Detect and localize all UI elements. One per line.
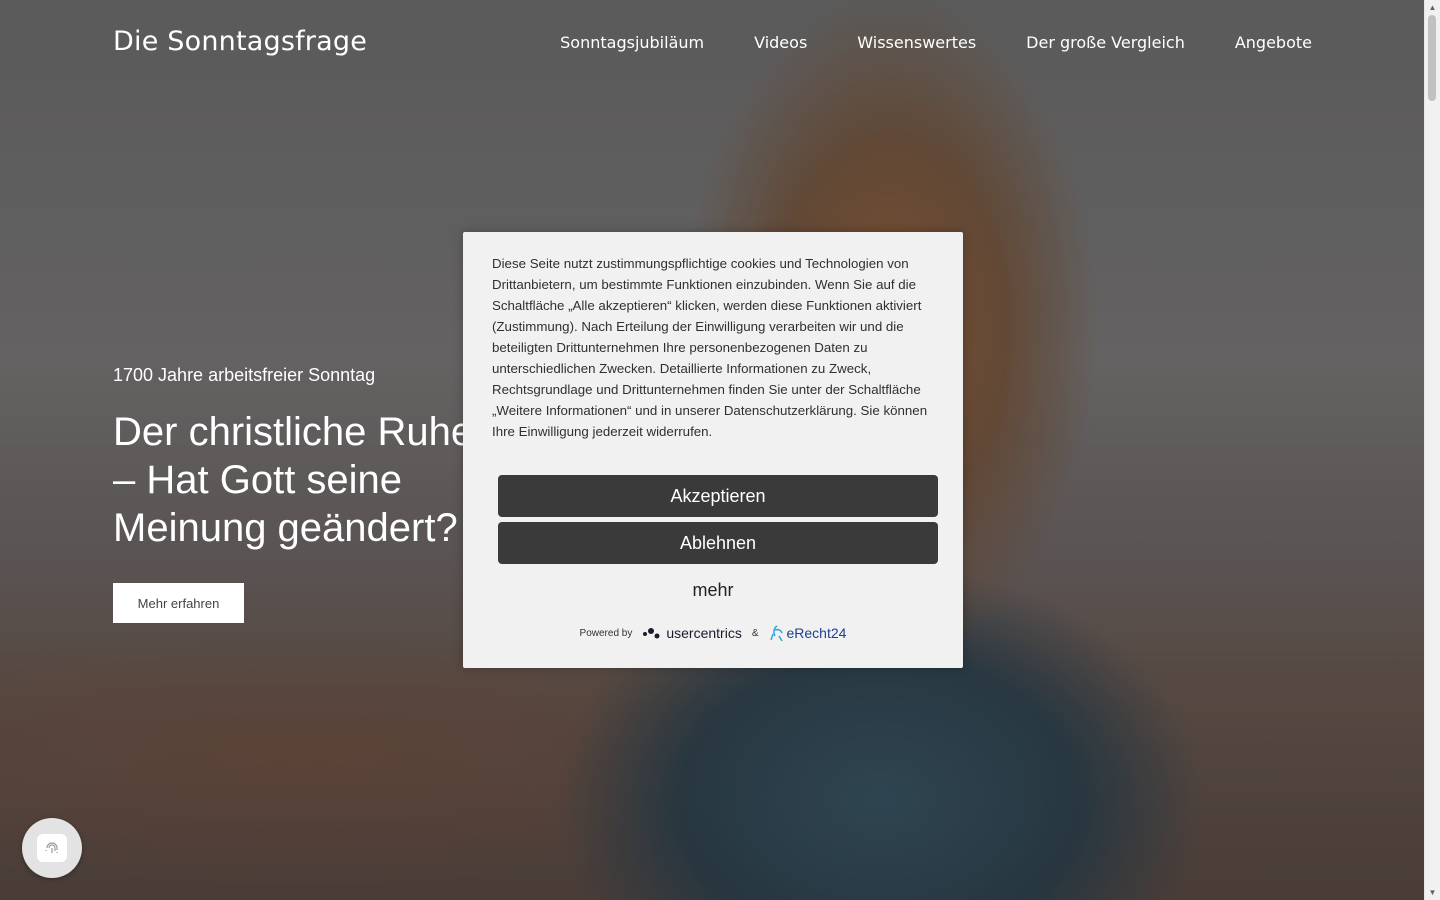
- usercentrics-logo[interactable]: usercentrics: [642, 625, 742, 641]
- accept-button[interactable]: Akzeptieren: [498, 475, 938, 517]
- main-nav: Sonntagsjubiläum Videos Wissenswertes De…: [560, 33, 1312, 52]
- hero-title-line-1: Der christliche Ruhetag: [113, 410, 493, 454]
- fingerprint-icon: [37, 834, 67, 862]
- scroll-down-arrow-icon[interactable]: ▼: [1425, 885, 1440, 900]
- scroll-up-arrow-icon[interactable]: ▲: [1425, 0, 1440, 15]
- erecht24-logo[interactable]: eRecht24: [769, 624, 847, 642]
- hero-kicker: 1700 Jahre arbeitsfreier Sonntag: [113, 365, 376, 385]
- usercentrics-dots-icon: [643, 628, 660, 639]
- nav-item-videos[interactable]: Videos: [754, 33, 807, 52]
- nav-item-sonntagsjubilaeum[interactable]: Sonntagsjubiläum: [560, 33, 704, 52]
- more-info-link[interactable]: mehr: [463, 580, 963, 601]
- ampersand: &: [751, 627, 759, 639]
- usercentrics-label: usercentrics: [666, 625, 742, 641]
- erecht24-label: eRecht24: [786, 625, 847, 641]
- cookie-consent-text: Diese Seite nutzt zustimmungspflichtige …: [492, 256, 928, 439]
- cookie-consent-dialog: Diese Seite nutzt zustimmungspflichtige …: [463, 232, 963, 668]
- nav-item-vergleich[interactable]: Der große Vergleich: [1026, 33, 1185, 52]
- powered-by-bar: Powered by usercentrics & eRecht24: [463, 624, 963, 642]
- page-scrollbar[interactable]: ▲ ▼: [1424, 0, 1440, 900]
- page: Die Sonntagsfrage Sonntagsjubiläum Video…: [0, 0, 1440, 900]
- hero-title-line-3: Meinung geändert?: [113, 506, 458, 550]
- scrollbar-thumb[interactable]: [1428, 15, 1436, 101]
- hero-title-line-2: – Hat Gott seine: [113, 458, 403, 502]
- hero-title: Der christliche Ruhetag – Hat Gott seine…: [113, 408, 493, 552]
- powered-by-label: Powered by: [579, 627, 633, 639]
- nav-item-wissenswertes[interactable]: Wissenswertes: [857, 33, 976, 52]
- deny-button[interactable]: Ablehnen: [498, 522, 938, 564]
- nav-item-angebote[interactable]: Angebote: [1235, 33, 1312, 52]
- erecht24-figure-icon: [769, 625, 783, 642]
- privacy-settings-button[interactable]: [22, 818, 82, 878]
- more-info-button[interactable]: Mehr erfahren: [113, 583, 244, 623]
- site-logo[interactable]: Die Sonntagsfrage: [113, 26, 367, 57]
